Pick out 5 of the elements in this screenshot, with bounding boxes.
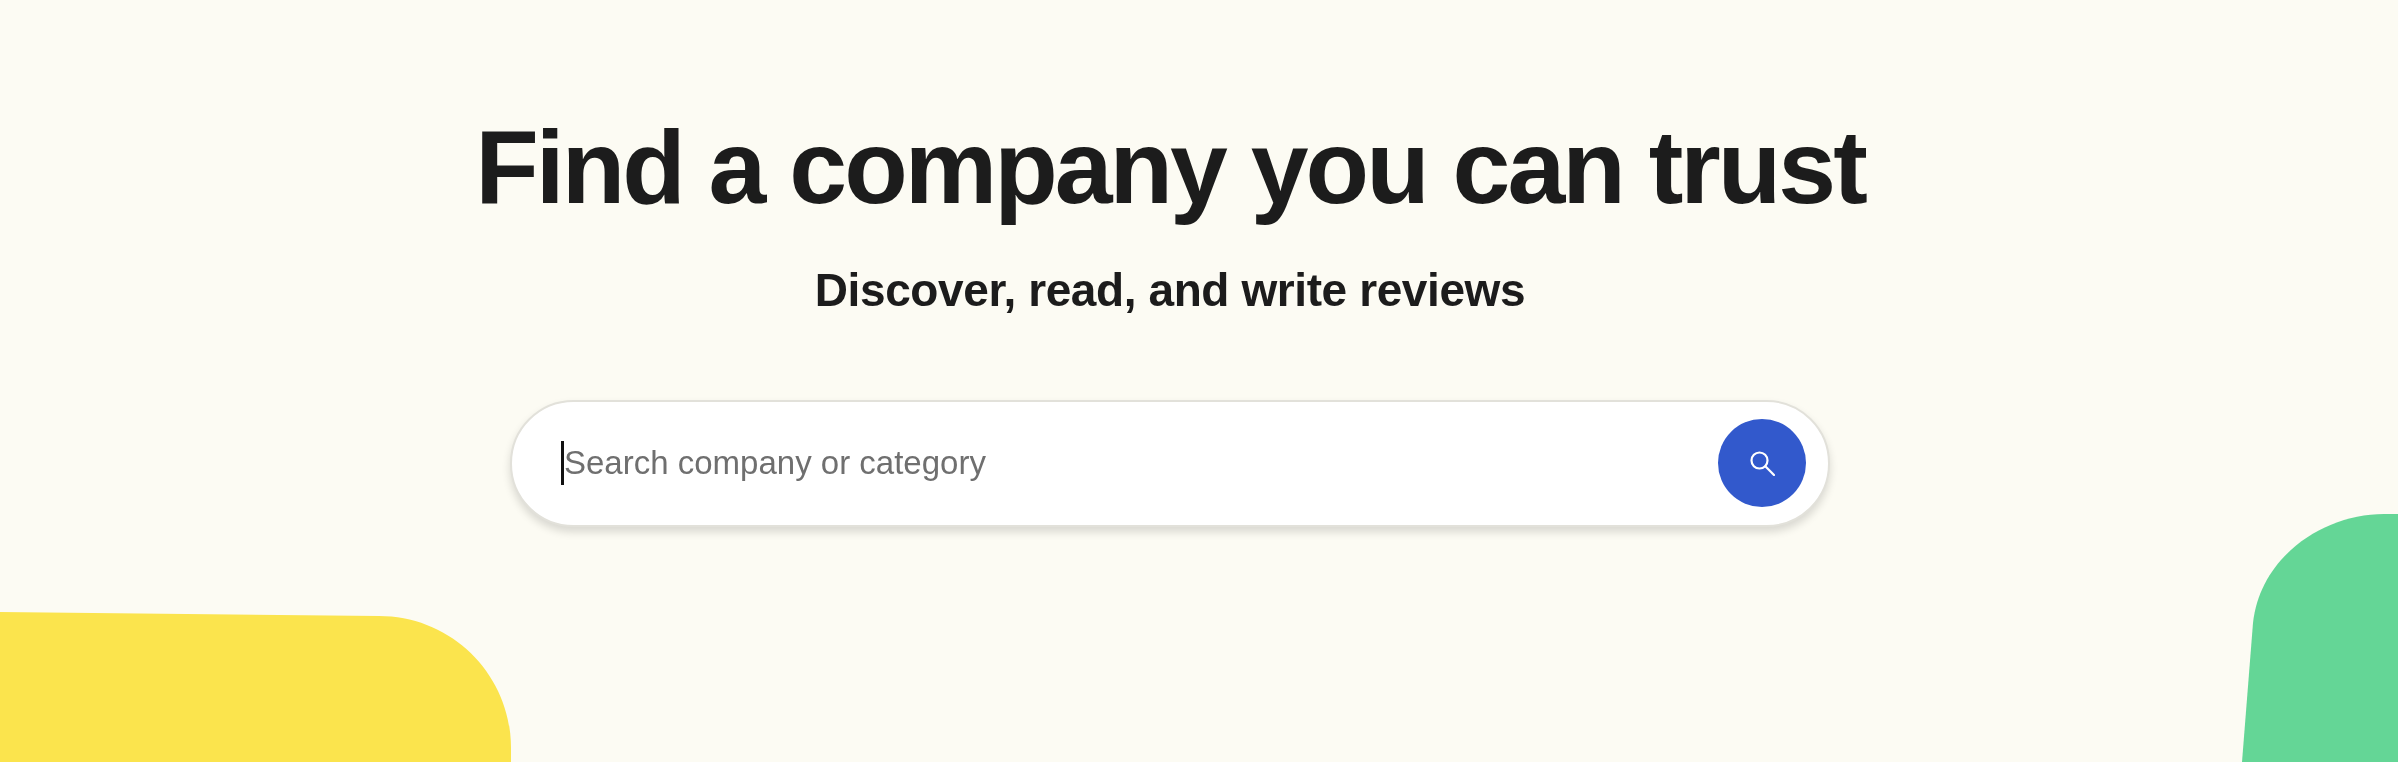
search-icon bbox=[1749, 450, 1775, 477]
page-heading: Find a company you can trust bbox=[475, 109, 1865, 226]
search-input[interactable]: Search company or category bbox=[564, 439, 1694, 488]
search-field[interactable]: Search company or category bbox=[510, 399, 1830, 527]
page-subheading: Discover, read, and write reviews bbox=[814, 265, 1526, 317]
